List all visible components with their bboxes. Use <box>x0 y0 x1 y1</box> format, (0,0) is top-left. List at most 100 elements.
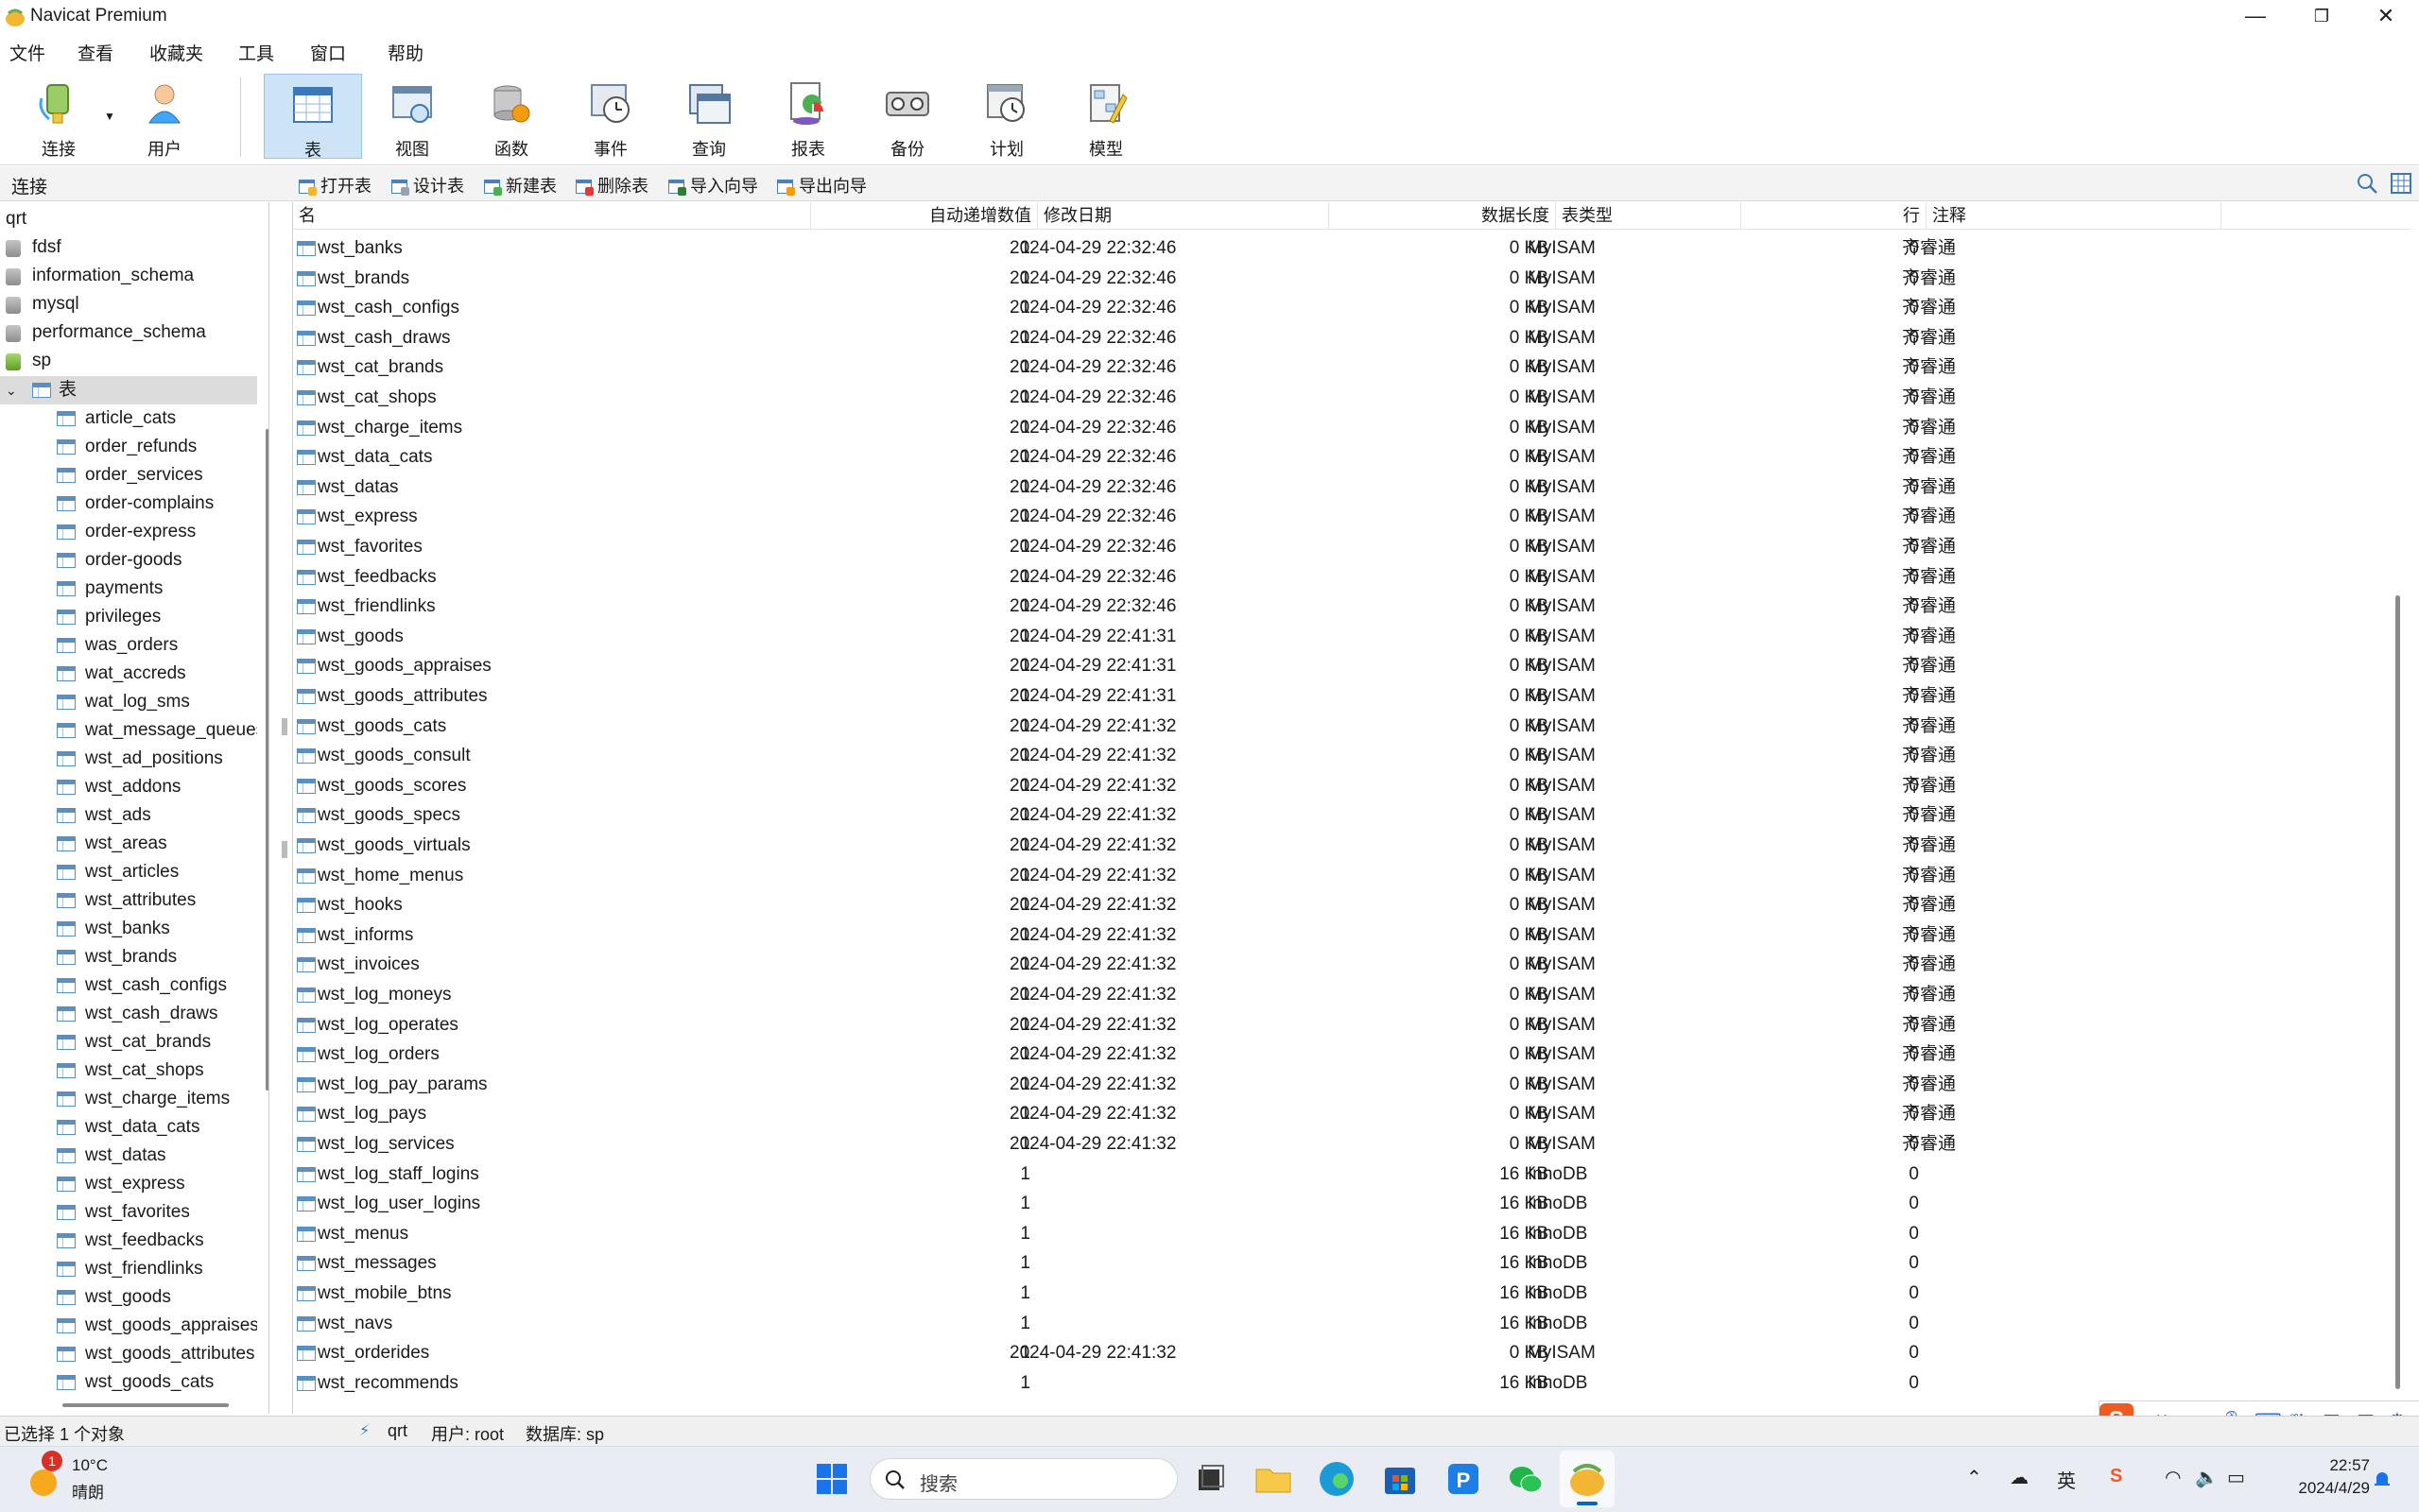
table-row[interactable]: wst_goods_specs 1 2024-04-29 22:41:32 0 KB M… <box>293 801 2410 832</box>
tree-table-item[interactable]: order_services <box>0 461 257 490</box>
tree-horizontal-scrollbar[interactable] <box>62 1403 229 1407</box>
task-view-icon[interactable] <box>1187 1456 1233 1502</box>
delete-table-button[interactable]: 删除表 <box>576 173 648 198</box>
tool-schedule[interactable]: 计划 <box>958 74 1056 159</box>
tree-table-item[interactable]: order_refunds <box>0 433 257 461</box>
table-row[interactable]: wst_cat_brands 1 2024-04-29 22:32:46 0 KB My… <box>293 353 2410 384</box>
sogou-tray-icon[interactable]: S <box>2110 1466 2122 1487</box>
tree-table-item[interactable]: wst_favorites <box>0 1198 257 1227</box>
table-row[interactable]: wst_cash_draws 1 2024-04-29 22:32:46 0 KB My… <box>293 324 2410 354</box>
table-row[interactable]: wst_log_staff_logins 1 16 KB InnoDB 0 <box>293 1160 2410 1191</box>
wifi-icon[interactable]: ◠ <box>2165 1466 2181 1489</box>
table-row[interactable]: wst_express 1 2024-04-29 22:32:46 0 KB MyISA… <box>293 503 2410 533</box>
table-row[interactable]: wst_goods_appraises 1 2024-04-29 22:41:31 0… <box>293 652 2410 682</box>
menu-file[interactable]: 文件 <box>9 40 45 65</box>
tool-connection[interactable]: 连接 <box>9 74 108 159</box>
tree-table-item[interactable]: wst_cat_shops <box>0 1057 257 1085</box>
tree-node-tables[interactable]: ⌄ 表 <box>0 376 257 404</box>
column-header-modified-date[interactable]: 修改日期 <box>1038 202 1329 229</box>
table-row[interactable]: wst_favorites 1 2024-04-29 22:32:46 0 KB MyI… <box>293 533 2410 563</box>
table-row[interactable]: wst_log_operates 1 2024-04-29 22:41:32 0 KB… <box>293 1011 2410 1041</box>
tool-function[interactable]: 函数 <box>462 74 561 159</box>
design-table-button[interactable]: 设计表 <box>391 173 464 198</box>
tree-table-item[interactable]: wst_areas <box>0 830 257 858</box>
tool-event[interactable]: 事件 <box>562 74 660 159</box>
menu-view[interactable]: 查看 <box>78 40 113 65</box>
maximize-button[interactable]: ❐ <box>2289 0 2355 34</box>
tree-table-item[interactable]: payments <box>0 575 257 603</box>
tree-table-item[interactable]: wst_ad_positions <box>0 745 257 773</box>
tree-table-item[interactable]: wst_goods_cats <box>0 1368 257 1397</box>
table-row[interactable]: wst_log_pay_params 1 2024-04-29 22:41:32 0 … <box>293 1071 2410 1101</box>
column-header-table-type[interactable]: 表类型 <box>1556 202 1741 229</box>
table-row[interactable]: wst_hooks 1 2024-04-29 22:41:32 0 KB MyISAM 0… <box>293 891 2410 921</box>
tree-table-item[interactable]: wat_log_sms <box>0 688 257 716</box>
tree-table-item[interactable]: wst_ads <box>0 801 257 830</box>
tree-table-item[interactable]: wst_cash_draws <box>0 1000 257 1028</box>
table-row[interactable]: wst_informs 1 2024-04-29 22:41:32 0 KB MyISA… <box>293 921 2410 952</box>
tool-query[interactable]: 查询 <box>660 74 758 159</box>
tree-table-item[interactable]: wat_accreds <box>0 660 257 688</box>
tree-table-item[interactable]: wst_banks <box>0 915 257 943</box>
column-header-data-length[interactable]: 数据长度 <box>1329 202 1556 229</box>
file-explorer-icon[interactable] <box>1251 1456 1296 1502</box>
ime-indicator-icon[interactable]: 英 <box>2057 1466 2076 1493</box>
table-row[interactable]: wst_home_menus 1 2024-04-29 22:41:32 0 KB My… <box>293 862 2410 892</box>
table-row[interactable]: wst_goods_cats 1 2024-04-29 22:41:32 0 KB My… <box>293 713 2410 743</box>
tree-table-item[interactable]: order-goods <box>0 546 257 575</box>
table-row[interactable]: wst_goods 1 2024-04-29 22:41:31 0 KB MyISAM 0… <box>293 623 2410 653</box>
table-row[interactable]: wst_cat_shops 1 2024-04-29 22:32:46 0 KB MyI… <box>293 384 2410 414</box>
chevron-down-icon[interactable]: ⌄ <box>6 376 17 404</box>
close-button[interactable]: ✕ <box>2353 0 2419 34</box>
tool-view[interactable]: 视图 <box>363 74 461 159</box>
tool-model[interactable]: 模型 <box>1057 74 1155 159</box>
table-row[interactable]: wst_brands 1 2024-04-29 22:32:46 0 KB MyISAM… <box>293 265 2410 295</box>
table-row[interactable]: wst_invoices 1 2024-04-29 22:41:32 0 KB MyIS… <box>293 951 2410 981</box>
tree-table-item[interactable]: wst_friendlinks <box>0 1255 257 1283</box>
volume-icon[interactable]: 🔈 <box>2195 1466 2219 1489</box>
column-header-comment[interactable]: 注释 <box>1927 202 2221 229</box>
tree-table-item[interactable]: wst_brands <box>0 943 257 971</box>
connection-dropdown-icon[interactable]: ▼ <box>104 110 115 123</box>
new-table-button[interactable]: 新建表 <box>484 173 557 198</box>
edge-browser-icon[interactable] <box>1314 1456 1359 1502</box>
taskbar-search[interactable]: 搜索 <box>870 1458 1178 1500</box>
import-wizard-button[interactable]: 导入向导 <box>668 173 758 198</box>
table-row[interactable]: wst_goods_attributes 1 2024-04-29 22:41:31… <box>293 682 2410 713</box>
tree-table-item[interactable]: order-complains <box>0 490 257 518</box>
column-header-name[interactable]: 名 <box>293 202 811 229</box>
menu-window[interactable]: 窗口 <box>310 40 346 65</box>
tree-table-item[interactable]: wst_feedbacks <box>0 1227 257 1255</box>
table-row[interactable]: wst_orderides 1 2024-04-29 22:41:32 0 KB MyI… <box>293 1339 2410 1369</box>
table-row[interactable]: wst_charge_items 1 2024-04-29 22:32:46 0 KB… <box>293 414 2410 444</box>
table-row[interactable]: wst_mobile_btns 1 16 KB InnoDB 0 <box>293 1280 2410 1310</box>
pane-splitter-handle[interactable] <box>282 841 287 858</box>
tree-table-item[interactable]: article_cats <box>0 404 257 433</box>
start-button-icon[interactable] <box>809 1456 855 1502</box>
tree-table-item[interactable]: wst_attributes <box>0 886 257 915</box>
battery-icon[interactable]: ▭ <box>2227 1466 2245 1489</box>
tray-overflow-icon[interactable]: ⌃ <box>1966 1466 1982 1489</box>
column-header-rows[interactable]: 行 <box>1741 202 1927 229</box>
tree-table-item[interactable]: privileges <box>0 603 257 631</box>
tree-table-item[interactable]: wst_express <box>0 1170 257 1198</box>
grid-vertical-scrollbar[interactable] <box>2395 595 2400 1389</box>
tree-database[interactable]: mysql <box>0 290 257 318</box>
weather-description[interactable]: 晴朗 <box>72 1479 104 1503</box>
minimize-button[interactable]: — <box>2222 0 2289 34</box>
table-row[interactable]: wst_log_pays 1 2024-04-29 22:41:32 0 KB MyIS… <box>293 1100 2410 1130</box>
table-row[interactable]: wst_log_user_logins 1 16 KB InnoDB 0 <box>293 1190 2410 1220</box>
tree-database[interactable]: performance_schema <box>0 318 257 347</box>
tool-backup[interactable]: 备份 <box>858 74 957 159</box>
menu-tools[interactable]: 工具 <box>238 40 274 65</box>
open-table-button[interactable]: 打开表 <box>299 173 371 198</box>
tree-database[interactable]: sp <box>0 347 257 375</box>
tool-report[interactable]: 报表 <box>759 74 857 159</box>
table-row[interactable]: wst_goods_virtuals 1 2024-04-29 22:41:32 0 … <box>293 832 2410 862</box>
menu-help[interactable]: 帮助 <box>388 40 423 65</box>
tree-table-item[interactable]: wat_message_queues <box>0 716 257 745</box>
tool-table[interactable]: 表 <box>264 74 362 160</box>
table-row[interactable]: wst_log_orders 1 2024-04-29 22:41:32 0 KB My… <box>293 1040 2410 1071</box>
tree-vertical-scrollbar[interactable] <box>266 429 268 1091</box>
tree-table-item[interactable]: wst_cash_configs <box>0 971 257 1000</box>
